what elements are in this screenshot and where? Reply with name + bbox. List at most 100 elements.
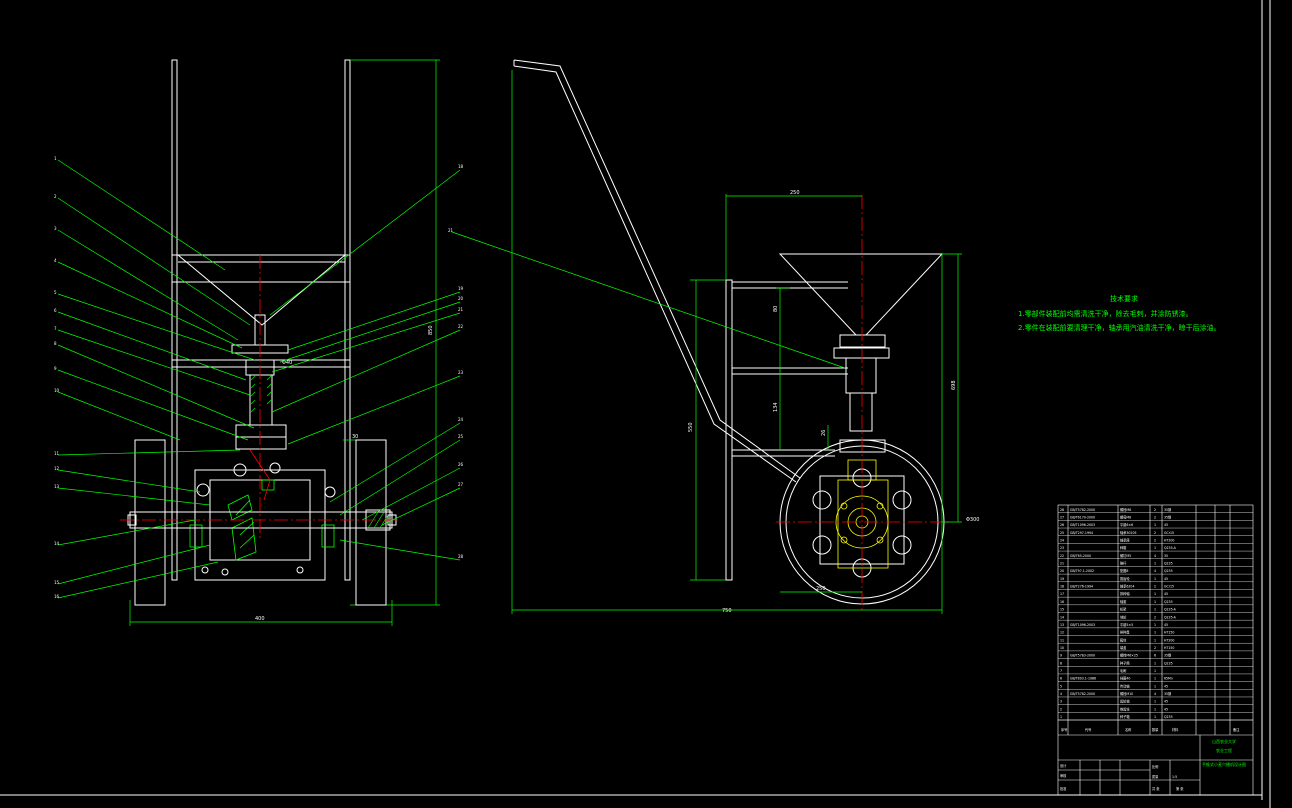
table-cell: 13: [1060, 623, 1064, 627]
table-cell: 9: [1060, 654, 1062, 658]
school-sub: 农业工程: [1216, 747, 1232, 753]
table-cell: 齿轮轴: [1120, 699, 1130, 704]
table-cell: 1: [1154, 661, 1156, 665]
table-cell: 1: [1154, 677, 1156, 681]
table-cell: 23: [1060, 546, 1064, 550]
table-cell: 2: [1154, 515, 1156, 519]
wheel-offset-dim: 250: [816, 586, 826, 592]
label-28: 28: [458, 554, 464, 559]
table-cell: HT200: [1164, 638, 1174, 642]
label-8: 8: [54, 341, 57, 346]
notes-line-1: 1.零部件装配前均需清洗干净，除去毛刺，并涂防锈漆。: [1018, 309, 1193, 318]
table-cell: 45: [1164, 700, 1168, 704]
table-cell: Q235: [1164, 600, 1173, 604]
label-1: 1: [54, 156, 57, 161]
table-cell: Q235: [1164, 715, 1173, 719]
table-cell: 19: [1060, 577, 1064, 581]
header-no: 序号: [1061, 727, 1067, 732]
table-cell: 10: [1060, 646, 1064, 650]
table-cell: 45: [1164, 577, 1168, 581]
label-27: 27: [458, 482, 464, 487]
table-cell: 8: [1060, 661, 1062, 665]
table-rows: 28 GB/T5782-2000 螺栓M8 2 35钢27 GB/T6170-2000 螺母…: [1058, 507, 1253, 721]
table-cell: 端盖: [1120, 645, 1127, 650]
table-cell: 20: [1060, 569, 1064, 573]
front-height-dim: 850: [428, 325, 434, 335]
label-2: 2: [54, 194, 57, 199]
table-cell: 轴承6204: [1120, 584, 1135, 589]
table-cell: GCr15: [1164, 531, 1174, 535]
table-cell: 箱体: [1120, 637, 1127, 642]
scale-label: 比例: [1152, 764, 1158, 769]
centerlines-front: [120, 255, 400, 540]
table-cell: 毛刷: [1120, 668, 1126, 673]
table-cell: 35钢: [1164, 691, 1171, 696]
label-22: 22: [458, 324, 464, 329]
table-cell: GB/T65-2000: [1070, 554, 1091, 558]
table-cell: 轴套: [1120, 599, 1127, 604]
notes-line-2: 2.零件在装配前要清理干净，轴承用汽油清洗干净，晾干后涂油。: [1018, 323, 1221, 332]
label-25: 25: [458, 434, 464, 439]
table-cell: 锥齿轮: [1120, 706, 1130, 711]
table-cell: 26: [1060, 523, 1064, 527]
hopper-height-dim: 80: [773, 306, 779, 312]
table-cell: 11: [1060, 638, 1064, 642]
table-cell: Q235-A: [1164, 615, 1177, 619]
frame-posts: [171, 59, 351, 581]
table-cell: GB/T6170-2000: [1070, 515, 1095, 519]
table-cell: GB/T297-1994: [1070, 531, 1093, 535]
parts-table: 28 GB/T5782-2000 螺栓M8 2 35钢27 GB/T6170-2000 螺母…: [1057, 504, 1254, 796]
table-cell: 种子筒: [1120, 660, 1130, 665]
label-15: 15: [54, 580, 60, 585]
table-cell: 种箱: [1120, 545, 1127, 550]
table-cell: 1: [1154, 638, 1156, 642]
header-remark: 备注: [1233, 727, 1240, 732]
table-cell: 65Mn: [1164, 677, 1173, 681]
header-material: 材料: [1172, 727, 1179, 732]
scale-value: 1:5: [1172, 775, 1177, 779]
table-cell: 2: [1154, 531, 1156, 535]
table-cell: Q235-A: [1164, 546, 1177, 550]
label-13: 13: [54, 484, 60, 489]
table-cell: 2: [1154, 615, 1156, 619]
table-cell: 螺栓M10: [1120, 691, 1133, 696]
table-cell: 14: [1060, 615, 1064, 619]
gap-dim: 30: [352, 434, 358, 440]
table-cell: 3: [1060, 700, 1062, 704]
label-26: 26: [458, 462, 464, 467]
table-cell: Q235-A: [1164, 608, 1177, 612]
table-cell: 24: [1060, 538, 1064, 542]
push-handle: [513, 59, 801, 483]
checker-label: 审核: [1060, 773, 1067, 778]
leader-lines-left: [57, 159, 256, 599]
label-14: 14: [54, 541, 60, 546]
label-21: 21: [458, 307, 464, 312]
table-cell: 1: [1154, 715, 1156, 719]
table-cell: 25: [1060, 531, 1064, 535]
table-cell: 45: [1164, 707, 1168, 711]
table-cell: 4: [1154, 692, 1156, 696]
table-cell: Q235: [1164, 569, 1173, 573]
table-cell: 螺母M8: [1120, 514, 1131, 519]
table-cell: 2: [1154, 508, 1156, 512]
table-cell: 锥齿轮: [1120, 576, 1130, 581]
label-5: 5: [54, 290, 57, 295]
table-cell: 1: [1154, 600, 1156, 604]
label-20: 20: [458, 296, 464, 301]
table-cell: 2: [1154, 646, 1156, 650]
table-cell: 28: [1060, 508, 1064, 512]
table-cell: 排种盘: [1120, 630, 1130, 635]
table-cell: 轴承30205: [1120, 530, 1137, 535]
sheet-border: [0, 0, 1271, 808]
table-cell: GCr15: [1164, 585, 1174, 589]
table-cell: 35钢: [1164, 653, 1171, 658]
seed-tube-dim: 134: [773, 402, 779, 412]
table-cell: 4: [1154, 569, 1156, 573]
table-cell: Q235: [1164, 661, 1173, 665]
label-16: 16: [54, 594, 60, 599]
table-cell: 平键5×5: [1120, 622, 1133, 627]
table-cell: 1: [1060, 715, 1062, 719]
table-cell: GB/T893.1-1986: [1070, 677, 1096, 681]
table-cell: GB/T5782-2000: [1070, 692, 1095, 696]
table-cell: HT200: [1164, 538, 1174, 542]
